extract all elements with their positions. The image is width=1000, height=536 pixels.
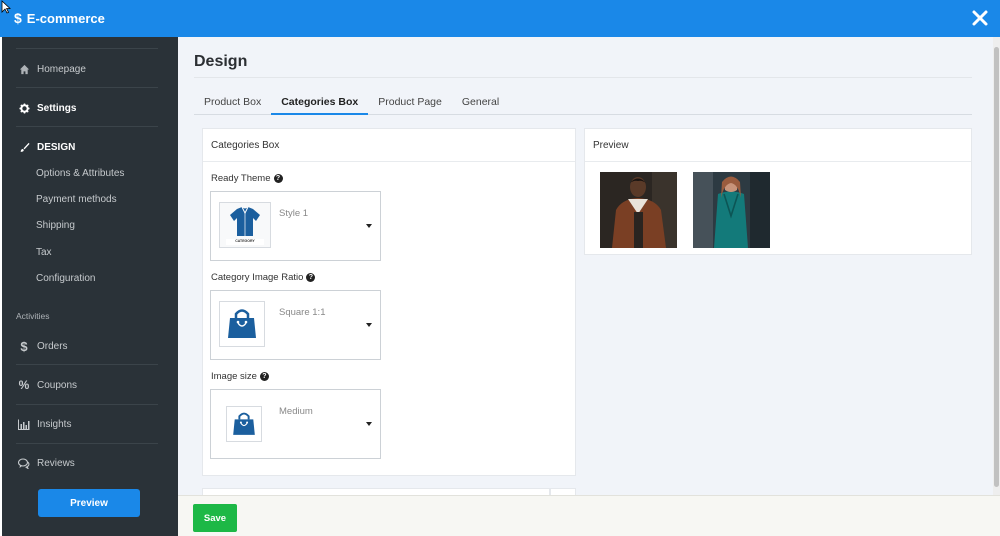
tab-product-box[interactable]: Product Box <box>194 93 271 115</box>
chevron-down-icon <box>366 323 372 327</box>
app-header: $ E-commerce <box>0 0 1000 37</box>
card-title: Categories Box <box>203 129 575 162</box>
design-tabs: Product Box Categories Box Product Page … <box>194 93 972 115</box>
ready-theme-select[interactable]: CATEGORY Style 1 <box>210 191 381 261</box>
dollar-icon: $ <box>14 10 22 26</box>
card-title: Preview <box>585 129 971 162</box>
tab-product-page[interactable]: Product Page <box>368 93 452 115</box>
main-content: Design Product Box Categories Box Produc… <box>178 37 993 498</box>
select-value: Style 1 <box>279 208 309 219</box>
preview-category-image <box>600 172 677 248</box>
field-label-text: Image size <box>211 371 257 382</box>
woman-dress-photo <box>693 172 770 248</box>
size-thumbnail <box>226 406 262 442</box>
app-brand[interactable]: $ E-commerce <box>14 10 105 26</box>
sidebar-item-label: Coupons <box>37 379 78 391</box>
sidebar-item-label: Insights <box>37 418 72 430</box>
sidebar-item-label: Homepage <box>37 63 86 75</box>
footer-bar: Save <box>178 495 1000 536</box>
sidebar-subitem-shipping[interactable]: Shipping <box>36 220 75 231</box>
home-icon <box>18 63 30 75</box>
main-scrollbar[interactable] <box>993 37 1000 495</box>
sidebar-subitem-configuration[interactable]: Configuration <box>36 273 95 284</box>
sidebar-item-insights[interactable]: Insights <box>18 418 158 430</box>
preview-category-image <box>693 172 770 248</box>
select-value: Medium <box>279 406 313 417</box>
sidebar-divider <box>16 404 158 405</box>
select-value: Square 1:1 <box>279 307 326 318</box>
mouse-cursor-icon <box>1 0 11 14</box>
help-icon[interactable]: ? <box>273 174 283 183</box>
sidebar-divider <box>16 126 158 127</box>
scrollbar-thumb[interactable] <box>994 47 999 487</box>
sidebar-item-homepage[interactable]: Homepage <box>18 63 158 75</box>
title-divider <box>194 77 972 78</box>
brush-icon <box>18 141 30 153</box>
field-label-text: Category Image Ratio <box>211 272 304 283</box>
save-button[interactable]: Save <box>193 504 237 532</box>
chevron-down-icon <box>366 224 372 228</box>
ratio-thumbnail <box>219 301 265 347</box>
thumb-caption: CATEGORY <box>235 239 255 243</box>
sidebar-subitem-options-attributes[interactable]: Options & Attributes <box>36 168 124 179</box>
shopping-bag-icon <box>228 309 256 338</box>
preview-card: Preview <box>584 128 972 255</box>
image-size-label: Image size ? <box>211 371 269 382</box>
category-image-ratio-select[interactable]: Square 1:1 <box>210 290 381 360</box>
sidebar-item-label: Settings <box>37 102 77 114</box>
style-thumbnail: CATEGORY <box>219 202 271 248</box>
field-label-text: Ready Theme <box>211 173 271 184</box>
page-title: Design <box>194 53 248 70</box>
ready-theme-label: Ready Theme ? <box>211 173 283 184</box>
help-icon[interactable]: ? <box>306 273 316 282</box>
sidebar-subitem-tax[interactable]: Tax <box>36 247 52 258</box>
chart-icon <box>18 418 30 430</box>
dollar-icon: $ <box>20 338 28 354</box>
sidebar-divider <box>16 48 158 49</box>
image-size-select[interactable]: Medium <box>210 389 381 459</box>
gear-icon <box>18 102 30 114</box>
sidebar-divider <box>16 443 158 444</box>
sidebar-item-orders[interactable]: $ Orders <box>18 338 158 354</box>
sidebar-item-coupons[interactable]: % Coupons <box>18 378 158 392</box>
chevron-down-icon <box>366 422 372 426</box>
sidebar-item-label: DESIGN <box>37 141 76 153</box>
sidebar-divider <box>16 87 158 88</box>
sidebar-item-reviews[interactable]: Reviews <box>18 457 158 469</box>
sidebar-item-label: Orders <box>37 340 68 352</box>
sidebar-item-label: Reviews <box>37 457 75 469</box>
sidebar-section-label: Activities <box>16 311 50 321</box>
tab-general[interactable]: General <box>452 93 509 115</box>
sidebar-item-settings[interactable]: Settings <box>18 102 158 114</box>
chat-icon <box>18 457 30 469</box>
shopping-bag-icon <box>233 412 255 435</box>
sidebar-subitem-payment-methods[interactable]: Payment methods <box>36 194 117 205</box>
preview-button[interactable]: Preview <box>38 489 140 517</box>
tab-categories-box[interactable]: Categories Box <box>271 93 369 115</box>
close-icon[interactable] <box>970 8 990 28</box>
sidebar-item-design[interactable]: DESIGN <box>18 141 158 153</box>
percent-icon: % <box>18 378 30 392</box>
help-icon[interactable]: ? <box>259 372 269 381</box>
app-title: E-commerce <box>26 10 105 26</box>
category-image-ratio-label: Category Image Ratio ? <box>211 272 316 283</box>
man-jacket-photo <box>600 172 677 248</box>
sidebar: Homepage Settings DESIGN Options & Attri… <box>2 37 178 536</box>
sidebar-divider <box>16 364 158 365</box>
categories-box-card: Categories Box Ready Theme ? CATEGORY St… <box>202 128 576 476</box>
